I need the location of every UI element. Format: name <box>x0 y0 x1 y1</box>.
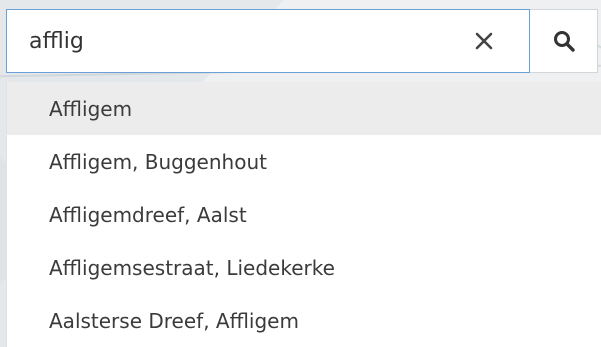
suggestion-item[interactable]: Affligem, Buggenhout <box>7 135 601 188</box>
search-input[interactable] <box>7 21 449 61</box>
search-field-container <box>6 9 530 73</box>
suggestion-item[interactable]: Aalsterse Dreef, Affligem <box>7 294 601 347</box>
suggestion-item[interactable]: Affligemsestraat, Liedekerke <box>7 241 601 294</box>
suggestion-item[interactable]: Affligemdreef, Aalst <box>7 188 601 241</box>
search-button[interactable] <box>530 9 598 73</box>
search-icon <box>553 31 575 52</box>
clear-search-button[interactable] <box>469 26 499 56</box>
close-icon <box>475 32 493 50</box>
suggestion-item[interactable]: Affligem <box>7 82 601 135</box>
search-bar <box>6 9 598 75</box>
suggestion-dropdown: Affligem Affligem, Buggenhout Affligemdr… <box>6 82 601 347</box>
